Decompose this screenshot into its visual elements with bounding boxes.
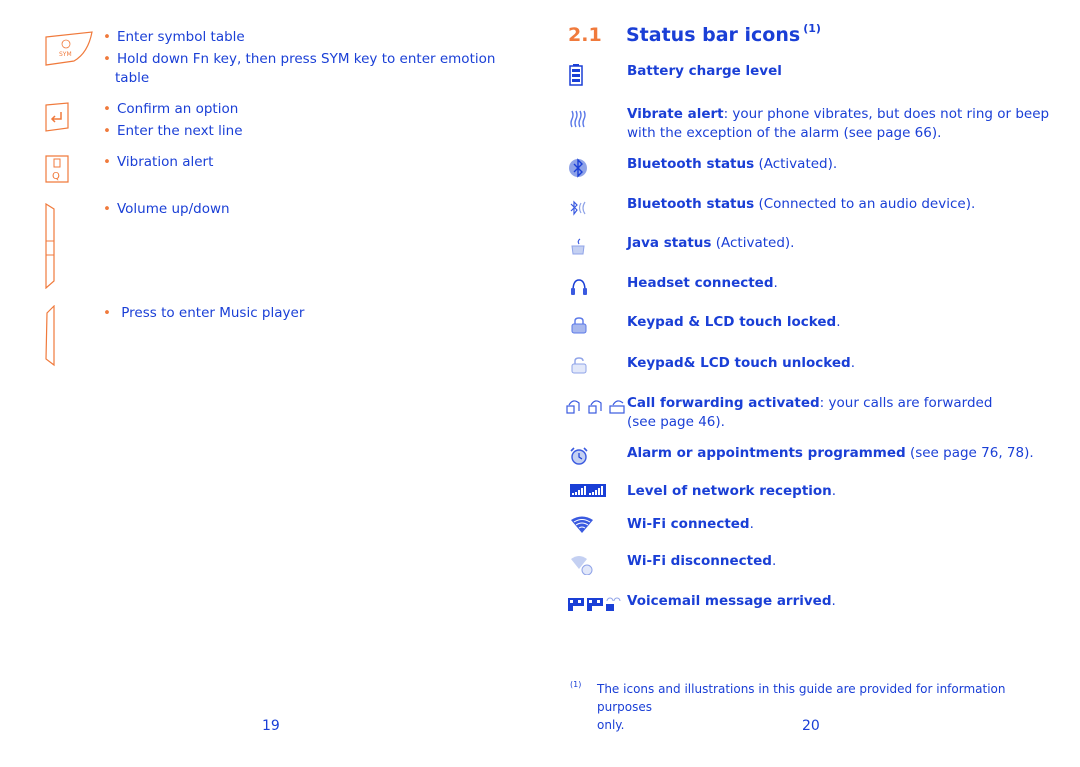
status-item-headset: Headset connected. <box>627 275 778 291</box>
unlock-icon <box>570 356 588 374</box>
page-number-right: 20 <box>802 718 820 734</box>
section-title: Status bar icons <box>626 24 801 46</box>
sym-key-icon: SYM <box>44 31 94 67</box>
footnote: The icons and illustrations in this guid… <box>597 682 1006 732</box>
call-forwarding-icon <box>566 397 626 415</box>
status-item-wifi-connected: Wi-Fi connected. <box>627 516 754 532</box>
status-item-battery: Battery charge level <box>627 63 782 79</box>
page-number-left: 19 <box>262 718 280 734</box>
key-bullet-cont: table <box>115 70 150 86</box>
key-bullet: • Press to enter Music player <box>103 305 305 321</box>
section-heading: 2.1 <box>568 24 602 46</box>
status-item-call-forwarding: Call forwarding activated: your calls ar… <box>627 395 993 430</box>
network-reception-icon <box>570 484 606 497</box>
status-item-network: Level of network reception. <box>627 483 837 499</box>
voicemail-icon <box>568 595 622 611</box>
status-item-vibrate: Vibrate alert: your phone vibrates, but … <box>627 106 1050 141</box>
volume-side-key-icon <box>44 203 58 289</box>
lock-icon <box>570 316 588 334</box>
key-bullet: • Confirm an option <box>103 101 239 117</box>
svg-text:SYM: SYM <box>59 51 72 58</box>
java-icon <box>570 238 588 256</box>
status-item-java: Java status (Activated). <box>627 235 795 251</box>
key-bullet: • Hold down Fn key, then press SYM key to… <box>103 51 496 67</box>
footnote-mark: (1) <box>570 680 582 689</box>
bluetooth-activated-icon <box>568 158 588 178</box>
vibration-q-key-icon: Q <box>44 154 70 184</box>
svg-text:Q: Q <box>52 171 60 182</box>
status-item-unlocked: Keypad& LCD touch unlocked. <box>627 355 856 371</box>
music-side-key-icon <box>44 305 58 367</box>
key-bullet: • Volume up/down <box>103 201 230 217</box>
wifi-disconnected-icon <box>570 555 594 575</box>
status-item-bluetooth-connected: Bluetooth status (Connected to an audio … <box>627 196 976 212</box>
section-number: 2.1 <box>568 24 602 46</box>
status-item-wifi-disconnected: Wi-Fi disconnected. <box>627 553 777 569</box>
key-bullet: • Vibration alert <box>103 154 214 170</box>
enter-key-icon <box>44 102 70 132</box>
battery-icon <box>569 64 583 86</box>
section-footnote-ref: (1) <box>803 22 821 35</box>
alarm-icon <box>569 446 589 466</box>
status-item-alarm: Alarm or appointments programmed (see pa… <box>627 445 1034 461</box>
vibrate-icon <box>570 110 586 128</box>
status-item-bluetooth-activated: Bluetooth status (Activated). <box>627 156 838 172</box>
status-item-locked: Keypad & LCD touch locked. <box>627 314 841 330</box>
wifi-connected-icon <box>570 516 594 534</box>
key-bullet: • Enter symbol table <box>103 29 245 45</box>
bluetooth-connected-icon <box>568 200 590 216</box>
status-item-voicemail: Voicemail message arrived. <box>627 593 836 609</box>
key-bullet: • Enter the next line <box>103 123 243 139</box>
section-title-wrap: Status bar icons (1) <box>626 22 821 46</box>
headset-icon <box>570 278 588 296</box>
